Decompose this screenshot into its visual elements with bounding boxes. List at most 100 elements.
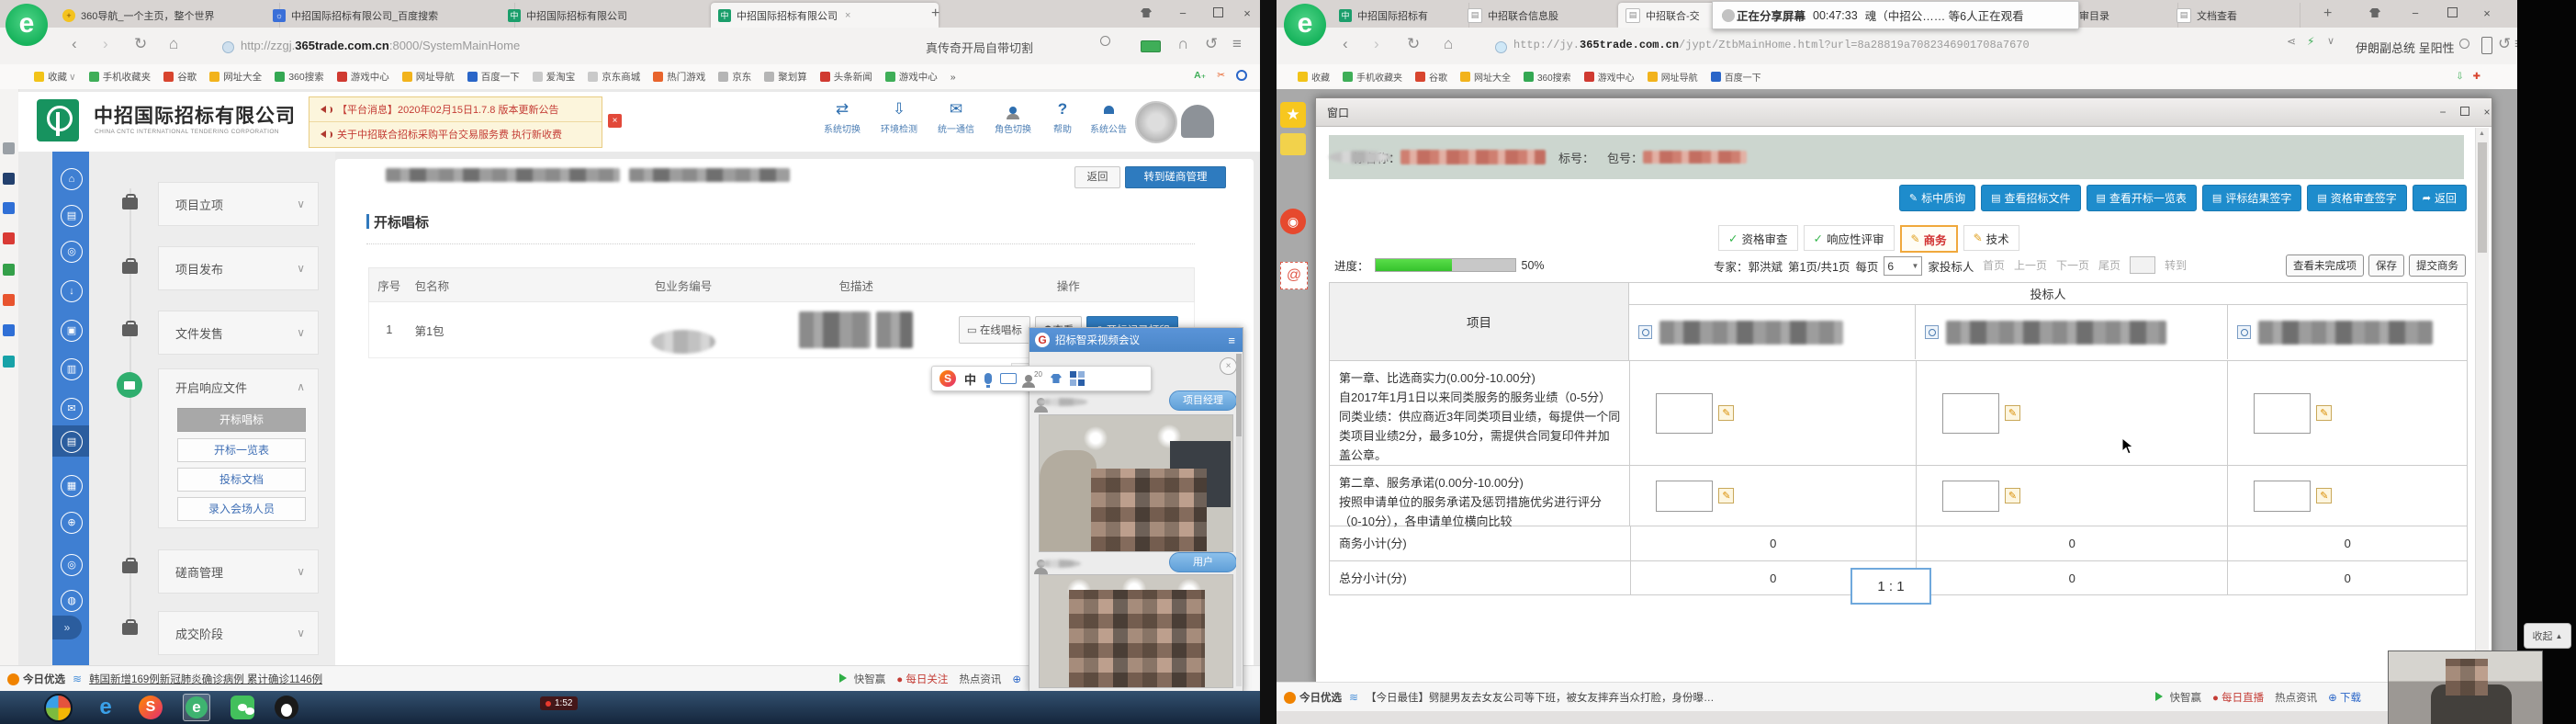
dock-icon[interactable]: [3, 232, 15, 244]
nav-messaging[interactable]: ✉统一通信: [929, 99, 983, 135]
browser-360-logo[interactable]: e: [1284, 4, 1326, 46]
translate-icon[interactable]: A₊: [1194, 70, 1206, 84]
tab-close-icon[interactable]: ×: [845, 10, 850, 21]
bookmark-item[interactable]: 京东: [718, 70, 751, 84]
sidebar-message-icon[interactable]: ✉: [61, 398, 83, 420]
bookmark-item[interactable]: 网址导航: [1648, 70, 1698, 84]
hot-news-link[interactable]: 热点资讯: [2275, 690, 2317, 705]
dock-icon[interactable]: [3, 142, 15, 154]
bookmark-item[interactable]: 热门游戏: [653, 70, 705, 84]
home-icon[interactable]: ⌂: [1444, 35, 1453, 53]
download-link[interactable]: ⊕ 下载: [2328, 690, 2361, 705]
lightning-icon[interactable]: ⚡: [2307, 35, 2314, 48]
bookmark-item[interactable]: 谷歌: [163, 70, 197, 84]
bookmarks-overflow[interactable]: »: [951, 72, 956, 83]
nav-env-check[interactable]: ⇩环境检测: [872, 99, 926, 135]
bookmark-item[interactable]: 360搜索: [1524, 70, 1571, 84]
sidebar-monitor-icon[interactable]: ▣: [61, 320, 83, 342]
taskbar-ie-icon[interactable]: e: [93, 695, 118, 720]
daily-live-link[interactable]: ● 每日直播: [2212, 690, 2264, 705]
minimize-button[interactable]: −: [1174, 6, 1192, 22]
dock-icon[interactable]: [3, 264, 15, 276]
result-sign-button[interactable]: ▤评标结果签字: [2202, 185, 2301, 211]
bookmark-item[interactable]: 聚划算: [764, 70, 807, 84]
tab-cntc[interactable]: 中中招国际招标有: [1332, 3, 1469, 28]
sidebar-expand-button[interactable]: »: [52, 616, 82, 639]
back-button[interactable]: 返回: [1074, 166, 1120, 188]
edit-note-icon[interactable]: ✎: [2005, 488, 2020, 503]
dropdown-icon[interactable]: ∨: [2327, 35, 2334, 47]
score-input[interactable]: [1656, 481, 1713, 512]
ticker-news-link[interactable]: 韩国新增169例新冠肺炎确诊病例 累计确诊1146例: [89, 672, 322, 686]
edit-note-icon[interactable]: ✎: [2316, 405, 2332, 421]
sidebar-circle-icon[interactable]: ◎: [61, 241, 83, 263]
skin-button[interactable]: [2366, 6, 2384, 22]
tab-cntc[interactable]: 中中招国际招标有限公司: [501, 3, 726, 28]
taskbar-qq-icon[interactable]: [275, 696, 298, 719]
bookmark-item[interactable]: 头条新闻: [820, 70, 872, 84]
clear-icon[interactable]: ✚: [2473, 72, 2480, 82]
bidder-header-1[interactable]: [1629, 305, 1916, 359]
announcement-1[interactable]: 【平台消息】2020年02月15日1.7.8 版本更新公告: [309, 97, 602, 121]
menu-file-sale[interactable]: 文件发售∨: [158, 311, 319, 355]
dock-at-icon[interactable]: @: [1280, 262, 1308, 289]
dock-weibo-icon[interactable]: ◉: [1280, 209, 1306, 234]
role-badge-user[interactable]: 用户: [1169, 552, 1237, 572]
close-button[interactable]: ×: [2478, 6, 2496, 22]
daily-follow-link[interactable]: ● 每日关注: [896, 672, 948, 686]
video-scrollbar[interactable]: [1236, 354, 1242, 686]
online-bid-call-button[interactable]: ▭ 在线唱标: [959, 316, 1030, 344]
user-avatar[interactable]: [1181, 105, 1214, 138]
bookmark-item[interactable]: 游戏中心: [885, 70, 938, 84]
quick-win-link[interactable]: 快智赢: [839, 672, 886, 686]
forward-icon[interactable]: ›: [103, 35, 108, 53]
submenu-attendees[interactable]: 录入会场人员: [177, 497, 306, 521]
save-button[interactable]: 保存: [2368, 255, 2404, 277]
score-input[interactable]: [2254, 481, 2311, 512]
nav-announcements[interactable]: 系统公告: [1082, 99, 1135, 135]
bookmark-item[interactable]: 手机收藏夹: [1343, 70, 1402, 84]
download-icon[interactable]: ⇩: [2456, 72, 2463, 82]
skin-button[interactable]: [1137, 6, 1155, 22]
site-security-icon[interactable]: [222, 41, 234, 53]
search-box-input[interactable]: 真传奇开局自带切割: [926, 39, 1033, 56]
score-input[interactable]: [1942, 481, 1999, 512]
undo-icon[interactable]: ↺: [2498, 35, 2511, 53]
dock-icon[interactable]: [3, 202, 15, 214]
pager-last[interactable]: 尾页: [2098, 257, 2120, 273]
announcement-close-icon[interactable]: ×: [608, 114, 622, 128]
person-icon[interactable]: [1025, 375, 1032, 382]
view-bid-summary-button[interactable]: ▤查看开标一览表: [2087, 185, 2197, 211]
role-badge-pm[interactable]: 项目经理: [1169, 390, 1237, 411]
taskbar-360-browser-icon[interactable]: e: [183, 694, 210, 721]
magnifier-icon[interactable]: [1638, 325, 1652, 339]
webcam-self-view[interactable]: [2388, 650, 2543, 724]
refresh-icon[interactable]: ↻: [1407, 35, 1420, 53]
video-window-titlebar[interactable]: G 招标智采视频会议 ≡: [1029, 328, 1243, 352]
pager-prev[interactable]: 上一页: [2014, 257, 2047, 273]
refresh-icon[interactable]: ↻: [134, 35, 147, 53]
pager-goto-input[interactable]: [2130, 256, 2155, 274]
tab-360-nav[interactable]: +360导航_一个主页，整个世界: [55, 3, 280, 28]
edit-note-icon[interactable]: ✎: [1718, 405, 1734, 421]
sidebar-building-icon[interactable]: ▥: [61, 358, 83, 380]
bookmark-item[interactable]: 收藏∨: [34, 70, 76, 84]
pager-goto[interactable]: 转到: [2165, 257, 2187, 273]
back-icon[interactable]: ‹: [72, 35, 77, 53]
search-box-input[interactable]: 伊朗副总统 呈阳性: [2356, 39, 2455, 56]
bookmark-item[interactable]: 收藏: [1298, 70, 1330, 84]
popup-titlebar[interactable]: 窗口: [1316, 98, 2492, 127]
view-unfinished-button[interactable]: 查看未完成项: [2286, 255, 2364, 277]
bookmark-item[interactable]: 手机收藏夹: [89, 70, 152, 84]
qualification-sign-button[interactable]: ▤资格审查签字: [2307, 185, 2406, 211]
sidebar-globe-icon[interactable]: ⊕: [61, 512, 83, 534]
bookmark-item[interactable]: 百度一下: [1711, 70, 1761, 84]
submenu-bid-docs[interactable]: 投标文档: [177, 468, 306, 492]
ticker-brand[interactable]: 今日优选: [7, 672, 65, 686]
tab-cntc-active[interactable]: 中中招国际招标有限公司×: [711, 3, 939, 28]
collapse-webcam-button[interactable]: 收起▲: [2524, 623, 2571, 649]
search-icon[interactable]: [1100, 35, 1110, 49]
sidebar-download-icon[interactable]: ↓: [61, 280, 83, 302]
skin-shirt-icon[interactable]: [1051, 374, 1062, 383]
tab-commercial-active[interactable]: ✎商务: [1900, 225, 1958, 253]
